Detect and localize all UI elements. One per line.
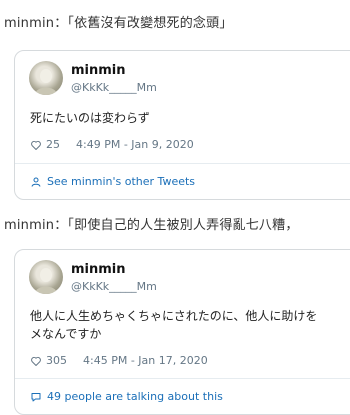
- tweet-card-1[interactable]: minmin @KkKk_____Mm 死にたいのは変わらず 25 4:49 P…: [14, 50, 350, 200]
- tweet-card-2[interactable]: minmin @KkKk_____Mm 他人に人生めちゃくちゃにされたのに、他人…: [14, 249, 350, 415]
- tweet-text: 死にたいのは変わらず: [30, 111, 150, 125]
- author-name[interactable]: minmin: [71, 63, 126, 78]
- like-count[interactable]: 25: [46, 138, 60, 151]
- avatar[interactable]: [29, 61, 63, 95]
- tweet-text-line-1: 他人に人生めちゃくちゃにされたのに、他人に助けを: [30, 309, 318, 323]
- see-other-tweets-label[interactable]: See minmin's other Tweets: [47, 175, 195, 188]
- comment-icon: [30, 391, 42, 403]
- caption-1: minmin：「依舊沒有改變想死的念頭」: [4, 16, 233, 31]
- author-name[interactable]: minmin: [71, 262, 126, 277]
- like-count[interactable]: 305: [46, 354, 67, 367]
- tweet-meta: 305 4:45 PM - Jan 17, 2020: [30, 354, 208, 367]
- tweet-timestamp[interactable]: 4:49 PM - Jan 9, 2020: [76, 138, 194, 151]
- avatar[interactable]: [29, 260, 63, 294]
- divider: [15, 378, 350, 379]
- divider: [15, 163, 350, 164]
- see-other-tweets-link[interactable]: See minmin's other Tweets: [30, 175, 195, 188]
- tweet-meta: 25 4:49 PM - Jan 9, 2020: [30, 138, 194, 151]
- caption-2: minmin：「即使自己的人生被別人弄得亂七八糟，: [4, 218, 299, 233]
- conversation-label[interactable]: 49 people are talking about this: [47, 390, 223, 403]
- conversation-link[interactable]: 49 people are talking about this: [30, 390, 223, 403]
- tweet-text-line-2: メなんですか: [30, 327, 102, 341]
- person-icon: [30, 176, 42, 188]
- heart-icon[interactable]: [30, 355, 42, 367]
- heart-icon[interactable]: [30, 139, 42, 151]
- author-handle[interactable]: @KkKk_____Mm: [71, 280, 157, 293]
- tweet-timestamp[interactable]: 4:45 PM - Jan 17, 2020: [83, 354, 208, 367]
- author-handle[interactable]: @KkKk_____Mm: [71, 81, 157, 94]
